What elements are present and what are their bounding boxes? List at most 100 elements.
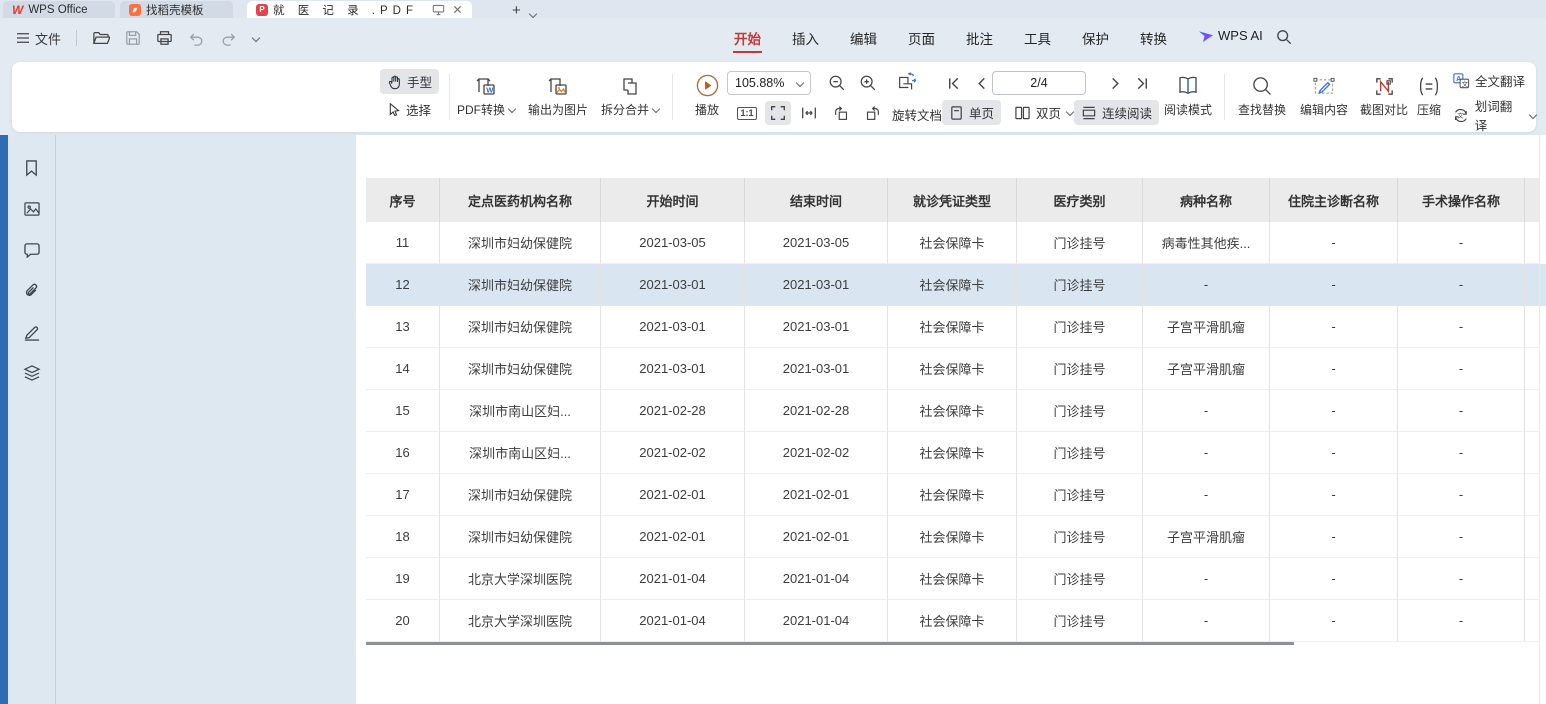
next-page-button[interactable] [1102, 71, 1128, 95]
screenshot-compare-button[interactable]: 截图对比 [1355, 75, 1413, 118]
document-page[interactable]: 序号定点医药机构名称开始时间结束时间就诊凭证类型医疗类别病种名称住院主诊断名称手… [356, 135, 1546, 704]
table-row[interactable]: 12深圳市妇幼保健院2021-03-012021-03-01社会保障卡门诊挂号-… [366, 264, 1540, 306]
tab-document-active[interactable]: P 就 医 记 录 .PDF [247, 1, 472, 18]
compress-button[interactable]: 压缩 [1411, 75, 1447, 118]
rotate-document-label[interactable]: 旋转文档 [892, 105, 942, 124]
thumbnails-icon[interactable] [22, 199, 42, 219]
tab-label: 找稻壳模板 [146, 2, 204, 18]
table-row[interactable]: 18深圳市妇幼保健院2021-02-012021-02-01社会保障卡门诊挂号子… [366, 516, 1540, 558]
table-cell: 子宫平滑肌瘤 [1143, 348, 1270, 390]
select-tool-button[interactable]: 选择 [380, 97, 439, 122]
new-tab-button[interactable]: + [512, 4, 521, 18]
export-image-button[interactable]: 输出为图片 [524, 75, 592, 118]
zoom-out-icon [828, 74, 846, 92]
zoom-level-dropdown[interactable]: 105.88% [727, 71, 811, 95]
last-page-button[interactable] [1129, 71, 1155, 95]
rotate-left-button[interactable] [828, 101, 854, 125]
fit-page-button[interactable] [765, 101, 791, 125]
redo-icon[interactable] [220, 31, 237, 46]
pdf-convert-button[interactable]: W PDF转换 [453, 75, 519, 118]
page-right-edge [1539, 135, 1540, 704]
search-icon[interactable] [1276, 29, 1292, 45]
table-cell: - [1270, 600, 1398, 642]
layers-icon[interactable] [22, 363, 42, 383]
table-cell: 19 [366, 558, 440, 600]
select-tool-label: 选择 [406, 100, 431, 119]
table-row[interactable]: 19北京大学深圳医院2021-01-042021-01-04社会保障卡门诊挂号-… [366, 558, 1540, 600]
print-icon[interactable] [156, 30, 173, 46]
edit-content-button[interactable]: 编辑内容 [1295, 75, 1353, 118]
toolbar-panel: 手型 选择 W PDF转换 输出为图片 拆分合并 播放 105.88% [12, 62, 1536, 132]
table-cell: 门诊挂号 [1017, 264, 1143, 306]
play-button[interactable]: 播放 [685, 73, 729, 118]
single-page-button[interactable]: 单页 [942, 100, 1001, 125]
fit-width-button[interactable] [796, 101, 822, 125]
open-file-icon[interactable] [92, 30, 110, 46]
rotate-pages-button[interactable] [894, 70, 920, 94]
split-merge-button[interactable]: 拆分合并 [598, 75, 662, 118]
bookmark-icon[interactable] [22, 158, 42, 178]
attachments-icon[interactable] [22, 281, 42, 301]
rotate-right-button[interactable] [859, 101, 885, 125]
table-row[interactable]: 16深圳市南山区妇...2021-02-022021-02-02社会保障卡门诊挂… [366, 432, 1540, 474]
table-cell: 14 [366, 348, 440, 390]
table-cell: - [1398, 600, 1525, 642]
table-row[interactable]: 17深圳市妇幼保健院2021-02-012021-02-01社会保障卡门诊挂号-… [366, 474, 1540, 516]
continuous-read-button[interactable]: 连续阅读 [1074, 100, 1159, 125]
table-row[interactable]: 11深圳市妇幼保健院2021-03-052021-03-05社会保障卡门诊挂号病… [366, 222, 1540, 264]
menu-page[interactable]: 页面 [907, 22, 936, 54]
page-indicator-input[interactable]: 2/4 [992, 71, 1086, 95]
table-cell: 12 [366, 264, 440, 306]
menu-edit[interactable]: 编辑 [849, 22, 878, 54]
wps-ai-button[interactable]: WPS AI [1199, 28, 1263, 43]
menu-home[interactable]: 开始 [733, 22, 762, 54]
compress-label: 压缩 [1417, 101, 1441, 118]
tab-wps-office[interactable]: W WPS Office [3, 1, 115, 18]
table-cell: 2021-03-01 [601, 264, 745, 306]
table-cell [1525, 558, 1540, 600]
signature-icon[interactable] [22, 322, 42, 342]
file-menu-label: 文件 [35, 29, 61, 48]
table-cell: - [1398, 390, 1525, 432]
menu-comment[interactable]: 批注 [965, 22, 994, 54]
file-menu-button[interactable]: 文件 [16, 29, 61, 48]
zoom-in-button[interactable] [855, 71, 881, 95]
first-page-button[interactable] [940, 71, 966, 95]
save-icon[interactable] [125, 30, 141, 46]
table-cell: 社会保障卡 [888, 264, 1017, 306]
menu-convert[interactable]: 转换 [1139, 22, 1168, 54]
full-translate-button[interactable]: A文 全文翻译 [1452, 71, 1536, 90]
menu-insert[interactable]: 插入 [791, 22, 820, 54]
table-row[interactable]: 13深圳市妇幼保健院2021-03-012021-03-01社会保障卡门诊挂号子… [366, 306, 1540, 348]
monitor-icon[interactable] [432, 4, 445, 16]
table-cell: - [1270, 558, 1398, 600]
actual-size-button[interactable]: 1:1 [734, 101, 760, 125]
table-cell: 门诊挂号 [1017, 432, 1143, 474]
hand-tool-button[interactable]: 手型 [380, 69, 439, 94]
reading-mode-button[interactable]: 阅读模式 [1159, 74, 1217, 118]
close-tab-icon[interactable] [452, 4, 463, 15]
table-cell: 深圳市妇幼保健院 [440, 306, 601, 348]
quickbar-chevron-icon[interactable] [252, 35, 259, 42]
word-translate-button[interactable]: 文 划词翻译 [1452, 96, 1536, 134]
menu-protect[interactable]: 保护 [1081, 22, 1110, 54]
double-page-button[interactable]: 双页 [1007, 100, 1080, 125]
table-cell: 门诊挂号 [1017, 348, 1143, 390]
table-row[interactable]: 15深圳市南山区妇...2021-02-282021-02-28社会保障卡门诊挂… [366, 390, 1540, 432]
ribbon-menus: 开始 插入 编辑 页面 批注 工具 保护 转换 [733, 18, 1168, 58]
table-row[interactable]: 14深圳市妇幼保健院2021-03-012021-03-01社会保障卡门诊挂号子… [366, 348, 1540, 390]
table-row[interactable]: 20北京大学深圳医院2021-01-042021-01-04社会保障卡门诊挂号-… [366, 600, 1540, 642]
find-replace-button[interactable]: 查找替换 [1233, 75, 1291, 118]
table-cell: 深圳市妇幼保健院 [440, 474, 601, 516]
prev-page-button[interactable] [968, 71, 994, 95]
table-column-header: 定点医药机构名称 [440, 178, 601, 222]
undo-icon[interactable] [188, 31, 205, 46]
comments-icon[interactable] [22, 240, 42, 260]
menu-bar: 文件 开始 插入 编辑 页面 批注 工具 保护 转换 WPS AI [0, 18, 1546, 58]
table-cell: 北京大学深圳医院 [440, 558, 601, 600]
tab-docer-templates[interactable]: 找稻壳模板 [120, 1, 233, 18]
page-indicator-value: 2/4 [1030, 76, 1047, 90]
menu-tools[interactable]: 工具 [1023, 22, 1052, 54]
zoom-out-button[interactable] [824, 71, 850, 95]
tab-list-chevron-icon[interactable] [529, 11, 536, 18]
